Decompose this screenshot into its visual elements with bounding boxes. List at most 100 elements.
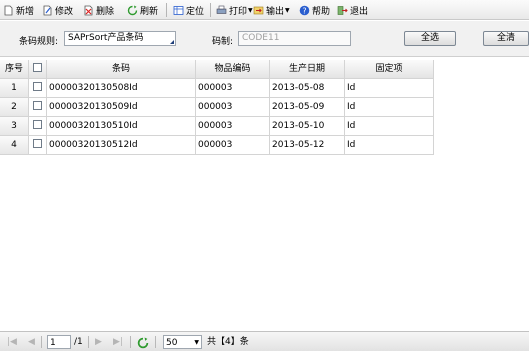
clear-all-button[interactable]: 全清 [483,31,529,46]
header-fixed-item[interactable]: 固定项 [345,60,434,79]
toolbar-separator [210,3,211,17]
next-page-icon[interactable]: ▶ [95,335,102,349]
last-page-icon[interactable]: ▶| [113,335,123,349]
checkbox[interactable] [33,82,42,91]
toolbar-separator [166,3,167,17]
header-select-all[interactable] [29,60,47,79]
exit-icon [337,6,348,15]
row-number: 1 [0,79,29,98]
help-label: 帮助 [312,7,331,17]
barcode-rule-label: 条码规则: [19,37,59,47]
delete-button[interactable]: 删除 [83,3,114,18]
total-pages: /1 [74,337,83,347]
toolbar: 新增 修改 删除 刷新 定位 打印 ▼ 输出 ▼ ? 帮助 退出 [0,0,529,20]
table-row[interactable]: 3 00000320130510Id 000003 2013-05-10 Id [0,117,434,136]
page-number-input[interactable]: 1 [47,335,71,349]
chevron-down-icon: ▼ [248,7,253,14]
barcode-cell: 00000320130509Id [47,98,196,117]
total-records: 共【4】条 [207,337,249,347]
pagination-bar: |◀ ◀ 1 /1 ▶ ▶| 50 ▼ 共【4】条 [0,331,529,351]
fixed-item-cell: Id [345,117,434,136]
row-number: 4 [0,136,29,155]
prev-page-icon[interactable]: ◀ [28,335,35,349]
table-row[interactable]: 4 00000320130512Id 000003 2013-05-12 Id [0,136,434,155]
item-code-cell: 000003 [196,136,270,155]
barcode-cell: 00000320130510Id [47,117,196,136]
item-code-cell: 000003 [196,79,270,98]
refresh-icon [127,5,138,16]
pager-separator [130,336,131,348]
locate-table-icon [173,6,184,15]
export-label: 输出 [266,7,285,17]
fixed-item-cell: Id [345,98,434,117]
code-label: 码制: [212,37,234,47]
edit-label: 修改 [55,7,74,17]
dropdown-corner-icon [170,40,174,44]
checkbox[interactable] [33,101,42,110]
row-select[interactable] [29,79,47,98]
item-code-cell: 000003 [196,117,270,136]
row-number: 2 [0,98,29,117]
header-number[interactable]: 序号 [0,60,29,79]
filter-panel: 条码规则: SAPrSort产品条码 码制: CODE11 全选 全清 [0,21,529,57]
edit-pencil-icon [43,5,52,16]
help-icon: ? [299,5,310,16]
new-label: 新增 [16,7,35,17]
barcode-rule-select[interactable]: SAPrSort产品条码 [64,31,176,46]
delete-label: 删除 [96,7,115,17]
print-button[interactable]: 打印 ▼ [216,3,253,18]
chevron-down-icon: ▼ [285,7,290,14]
fixed-item-cell: Id [345,79,434,98]
date-cell: 2013-05-09 [270,98,345,117]
select-all-button[interactable]: 全选 [404,31,456,46]
row-select[interactable] [29,136,47,155]
date-cell: 2013-05-10 [270,117,345,136]
header-barcode[interactable]: 条码 [47,60,196,79]
print-label: 打印 [229,7,248,17]
checkbox[interactable] [33,120,42,129]
page-size-value: 50 [166,338,178,348]
refresh-label: 刷新 [140,7,159,17]
pager-separator [41,336,42,348]
barcode-cell: 00000320130508Id [47,79,196,98]
table-row[interactable]: 2 00000320130509Id 000003 2013-05-09 Id [0,98,434,117]
code-value: CODE11 [242,33,280,43]
row-number: 3 [0,117,29,136]
pager-separator [155,336,156,348]
edit-button[interactable]: 修改 [42,3,73,18]
new-button[interactable]: 新增 [3,3,34,18]
row-select[interactable] [29,98,47,117]
table-row[interactable]: 1 00000320130508Id 000003 2013-05-08 Id [0,79,434,98]
new-document-icon [4,5,13,16]
row-select[interactable] [29,117,47,136]
header-item-code[interactable]: 物品编码 [196,60,270,79]
locate-button[interactable]: 定位 [173,3,204,18]
export-button[interactable]: 输出 ▼ [253,3,290,18]
fixed-item-cell: Id [345,136,434,155]
chevron-down-icon: ▼ [194,339,199,346]
help-button[interactable]: ? 帮助 [299,3,330,18]
code-field[interactable]: CODE11 [238,31,351,46]
printer-icon [216,5,227,14]
exit-label: 退出 [350,7,369,17]
exit-button[interactable]: 退出 [337,3,368,18]
date-cell: 2013-05-12 [270,136,345,155]
data-grid: 序号 条码 物品编码 生产日期 固定项 1 00000320130508Id 0… [0,60,434,155]
barcode-cell: 00000320130512Id [47,136,196,155]
checkbox[interactable] [33,139,42,148]
page-size-select[interactable]: 50 ▼ [163,335,202,349]
pager-separator [88,336,89,348]
checkbox[interactable] [33,63,42,72]
first-page-icon[interactable]: |◀ [7,335,17,349]
barcode-rule-value: SAPrSort产品条码 [68,33,144,43]
table-header-row: 序号 条码 物品编码 生产日期 固定项 [0,60,434,79]
refresh-button[interactable]: 刷新 [127,3,158,18]
export-icon [253,6,264,15]
delete-icon [84,5,93,16]
header-production-date[interactable]: 生产日期 [270,60,345,79]
svg-text:?: ? [302,6,306,15]
refresh-icon[interactable] [137,336,149,350]
date-cell: 2013-05-08 [270,79,345,98]
locate-label: 定位 [186,7,205,17]
item-code-cell: 000003 [196,98,270,117]
